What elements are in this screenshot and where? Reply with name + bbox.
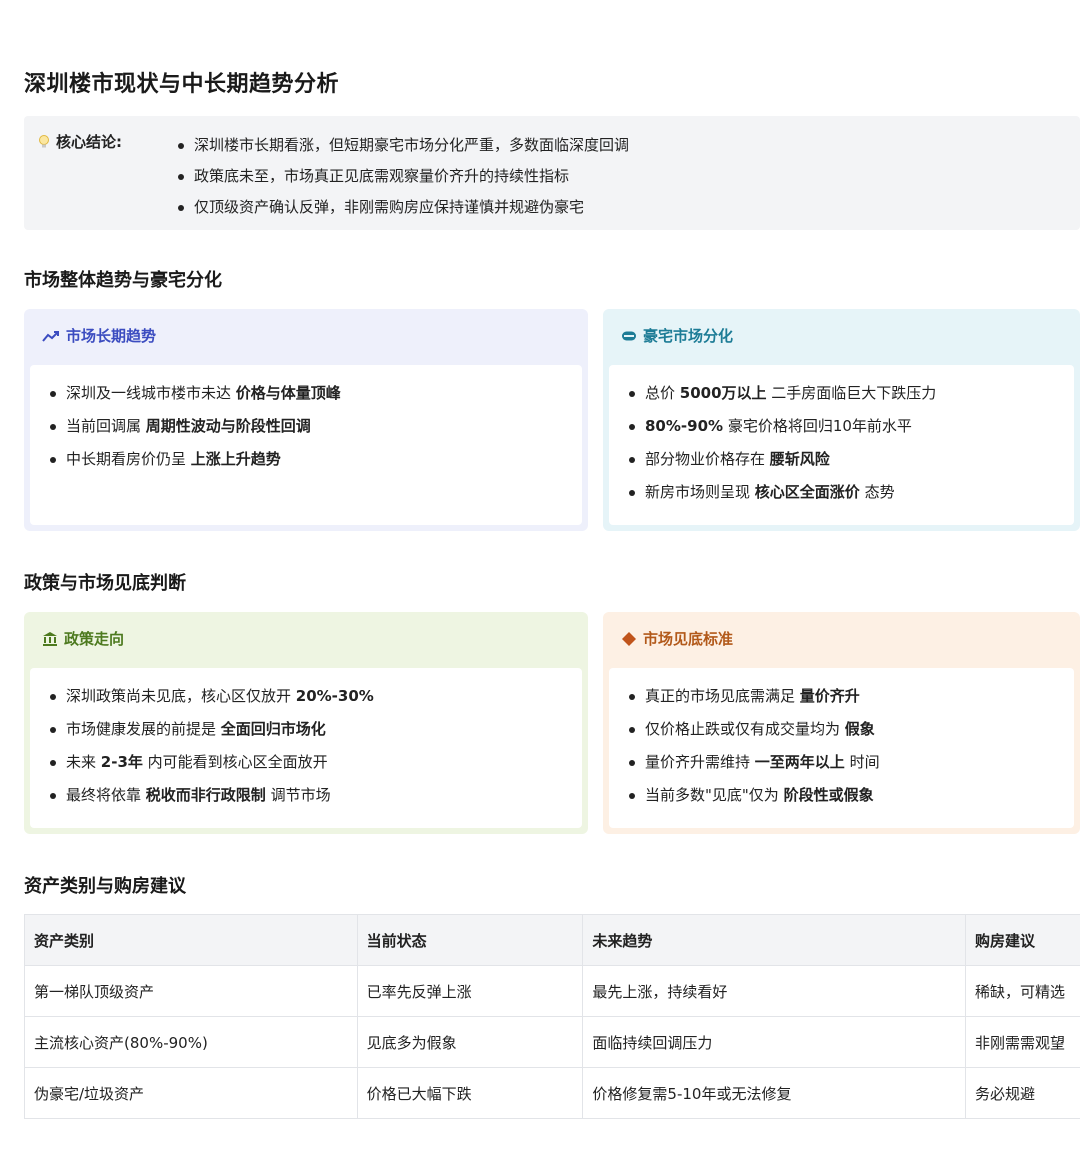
table-row: 第一梯队顶级资产 已率先反弹上涨 最先上涨，持续看好 稀缺，可精选 bbox=[24, 965, 1080, 1017]
list-item: 仅价格止跌或仅有成交量均为 假象 bbox=[625, 713, 880, 746]
table-row: 伪豪宅/垃圾资产 价格已大幅下跌 价格修复需5-10年或无法修复 务必规避 bbox=[24, 1067, 1080, 1119]
list-item: 新房市场则呈现 核心区全面涨价 态势 bbox=[625, 476, 936, 509]
trending-up-icon bbox=[42, 330, 60, 342]
card-body: 深圳政策尚未见底，核心区仅放开 20%-30% 市场健康发展的前提是 全面回归市… bbox=[30, 668, 582, 828]
card-list: 深圳及一线城市楼市未达 价格与体量顶峰 当前回调属 周期性波动与阶段性回调 中长… bbox=[46, 377, 341, 476]
section-title-assets: 资产类别与购房建议 bbox=[24, 876, 186, 897]
card-policy-direction: 政策走向 深圳政策尚未见底，核心区仅放开 20%-30% 市场健康发展的前提是 … bbox=[24, 612, 588, 834]
column-header: 未来趋势 bbox=[582, 914, 967, 966]
list-item: 市场健康发展的前提是 全面回归市场化 bbox=[46, 713, 374, 746]
list-item: 未来 2-3年 内可能看到核心区全面放开 bbox=[46, 746, 374, 779]
page-title: 深圳楼市现状与中长期趋势分析 bbox=[24, 72, 340, 97]
table-cell: 见底多为假象 bbox=[356, 1016, 584, 1068]
conclusion-item: 深圳楼市长期看涨，但短期豪宅市场分化严重，多数面临深度回调 bbox=[174, 130, 629, 161]
table-cell: 第一梯队顶级资产 bbox=[24, 965, 358, 1017]
table-cell: 非刚需需观望 bbox=[965, 1016, 1080, 1068]
card-list: 真正的市场见底需满足 量价齐升 仅价格止跌或仅有成交量均为 假象 量价齐升需维持… bbox=[625, 680, 880, 812]
list-item: 80%-90% 豪宅价格将回归10年前水平 bbox=[625, 410, 936, 443]
column-header: 当前状态 bbox=[356, 914, 584, 966]
list-item: 深圳及一线城市楼市未达 价格与体量顶峰 bbox=[46, 377, 341, 410]
list-item: 真正的市场见底需满足 量价齐升 bbox=[625, 680, 880, 713]
section-title-policy: 政策与市场见底判断 bbox=[24, 573, 186, 594]
table-row: 主流核心资产(80%-90%) 见底多为假象 面临持续回调压力 非刚需需观望 bbox=[24, 1016, 1080, 1068]
conclusion-list: 深圳楼市长期看涨，但短期豪宅市场分化严重，多数面临深度回调 政策底未至，市场真正… bbox=[174, 130, 629, 223]
card-market-bottom: 市场见底标准 真正的市场见底需满足 量价齐升 仅价格止跌或仅有成交量均为 假象 … bbox=[603, 612, 1080, 834]
table-cell: 最先上涨，持续看好 bbox=[582, 965, 967, 1017]
table-cell: 稀缺，可精选 bbox=[965, 965, 1080, 1017]
conclusion-item: 仅顶级资产确认反弹，非刚需购房应保持谨慎并规避伪豪宅 bbox=[174, 192, 629, 223]
card-long-term-trend: 市场长期趋势 深圳及一线城市楼市未达 价格与体量顶峰 当前回调属 周期性波动与阶… bbox=[24, 309, 588, 531]
column-header: 资产类别 bbox=[24, 914, 358, 966]
list-item: 部分物业价格存在 腰斩风险 bbox=[625, 443, 936, 476]
list-item: 总价 5000万以上 二手房面临巨大下跌压力 bbox=[625, 377, 936, 410]
conclusion-label-wrap: 核心结论: bbox=[38, 131, 122, 152]
core-conclusion-box: 核心结论: 深圳楼市长期看涨，但短期豪宅市场分化严重，多数面临深度回调 政策底未… bbox=[24, 116, 1080, 230]
column-header: 购房建议 bbox=[965, 914, 1080, 966]
conclusion-item: 政策底未至，市场真正见底需观察量价齐升的持续性指标 bbox=[174, 161, 629, 192]
list-item: 中长期看房价仍呈 上涨上升趋势 bbox=[46, 443, 341, 476]
list-item: 深圳政策尚未见底，核心区仅放开 20%-30% bbox=[46, 680, 374, 713]
card-title: 政策走向 bbox=[64, 630, 125, 648]
card-header: 市场长期趋势 bbox=[42, 325, 156, 346]
card-luxury-divergence: 豪宅市场分化 总价 5000万以上 二手房面临巨大下跌压力 80%-90% 豪宅… bbox=[603, 309, 1080, 531]
list-item: 当前多数"见底"仅为 阶段性或假象 bbox=[625, 779, 880, 812]
card-title: 豪宅市场分化 bbox=[643, 327, 734, 345]
card-list: 深圳政策尚未见底，核心区仅放开 20%-30% 市场健康发展的前提是 全面回归市… bbox=[46, 680, 374, 812]
card-list: 总价 5000万以上 二手房面临巨大下跌压力 80%-90% 豪宅价格将回归10… bbox=[625, 377, 936, 509]
card-body: 总价 5000万以上 二手房面临巨大下跌压力 80%-90% 豪宅价格将回归10… bbox=[609, 365, 1074, 525]
card-header: 豪宅市场分化 bbox=[621, 325, 733, 346]
table-cell: 面临持续回调压力 bbox=[582, 1016, 967, 1068]
card-title: 市场长期趋势 bbox=[66, 327, 157, 345]
asset-table: 资产类别 当前状态 未来趋势 购房建议 第一梯队顶级资产 已率先反弹上涨 最先上… bbox=[24, 914, 1080, 1119]
bank-icon bbox=[42, 631, 58, 647]
capsule-icon bbox=[621, 330, 637, 342]
card-body: 深圳及一线城市楼市未达 价格与体量顶峰 当前回调属 周期性波动与阶段性回调 中长… bbox=[30, 365, 582, 525]
table-cell: 已率先反弹上涨 bbox=[356, 965, 584, 1017]
card-body: 真正的市场见底需满足 量价齐升 仅价格止跌或仅有成交量均为 假象 量价齐升需维持… bbox=[609, 668, 1074, 828]
lightbulb-icon bbox=[38, 134, 50, 150]
diamond-icon bbox=[621, 631, 637, 647]
section-title-market-trend: 市场整体趋势与豪宅分化 bbox=[24, 270, 222, 291]
table-header-row: 资产类别 当前状态 未来趋势 购房建议 bbox=[24, 914, 1080, 966]
list-item: 最终将依靠 税收而非行政限制 调节市场 bbox=[46, 779, 374, 812]
card-header: 市场见底标准 bbox=[621, 628, 733, 649]
table-cell: 主流核心资产(80%-90%) bbox=[24, 1016, 358, 1068]
table-cell: 务必规避 bbox=[965, 1067, 1080, 1119]
card-header: 政策走向 bbox=[42, 628, 124, 649]
card-title: 市场见底标准 bbox=[643, 630, 734, 648]
conclusion-label: 核心结论: bbox=[56, 133, 122, 151]
list-item: 量价齐升需维持 一至两年以上 时间 bbox=[625, 746, 880, 779]
table-cell: 价格已大幅下跌 bbox=[356, 1067, 584, 1119]
table-cell: 伪豪宅/垃圾资产 bbox=[24, 1067, 358, 1119]
table-cell: 价格修复需5-10年或无法修复 bbox=[582, 1067, 967, 1119]
list-item: 当前回调属 周期性波动与阶段性回调 bbox=[46, 410, 341, 443]
